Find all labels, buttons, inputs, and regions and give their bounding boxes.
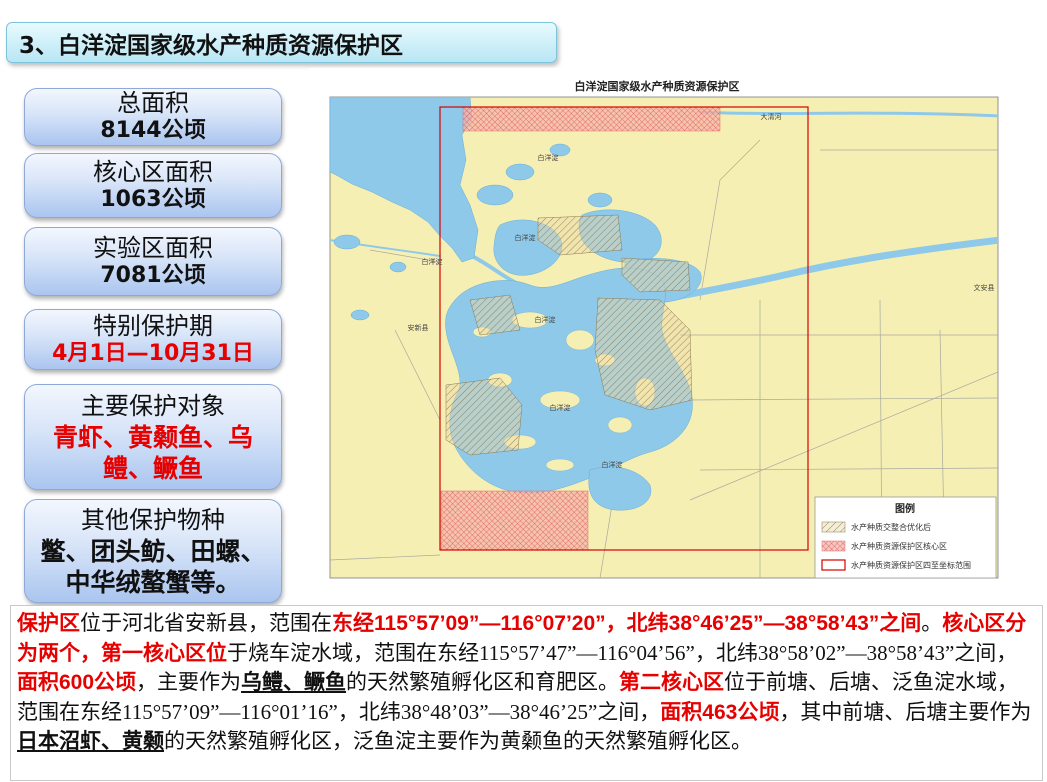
stat-core-area: 核心区面积 1063公顷 — [24, 153, 282, 218]
desc-segment: ，主要作为 — [136, 670, 242, 694]
desc-segment: 位于河北省安新县，范围在 — [80, 611, 332, 635]
legend-label: 水产种质资源保护区核心区 — [851, 541, 947, 551]
lake-pond — [350, 309, 370, 321]
legend-swatch-optimized — [821, 521, 846, 533]
stat-experimental-area: 实验区面积 7081公顷 — [24, 227, 282, 296]
desc-segment: 面积600公顷 — [17, 671, 137, 694]
core-area-north — [462, 106, 721, 132]
desc-segment: ，其中前塘、后塘主要作为 — [779, 699, 1032, 724]
lake-pond — [476, 184, 514, 206]
stat-label: 实验区面积 — [93, 233, 213, 262]
stat-label: 核心区面积 — [93, 157, 213, 186]
island — [607, 416, 633, 434]
map-title: 白洋淀国家级水产种质资源保护区 — [575, 79, 740, 93]
island — [545, 458, 575, 472]
stat-total-area: 总面积 8144公顷 — [24, 88, 282, 146]
stat-other-species: 其他保护物种 鳖、团头鲂、田螺、中华绒螯蟹等。 — [24, 499, 282, 603]
place-label: 白洋淀 — [422, 257, 443, 266]
description-paragraph: 保护区位于河北省安新县，范围在东经115°57’09”—116°07’20”，北… — [10, 605, 1043, 781]
stat-main-species: 主要保护对象 青虾、黄颡鱼、乌鳢、鳜鱼 — [24, 384, 282, 490]
core-area-south — [440, 490, 589, 551]
desc-segment: 保护区 — [17, 612, 80, 635]
stat-value: 青虾、黄颡鱼、乌鳢、鳜鱼 — [52, 422, 253, 483]
desc-segment: 第一核心区位 — [101, 641, 227, 665]
desc-segment: 的天然繁殖孵化区和育肥区。 — [346, 670, 620, 694]
lake-pond — [587, 192, 613, 208]
stat-label: 特别保护期 — [93, 311, 213, 340]
stat-value: 鳖、团头鲂、田螺、中华绒螯蟹等。 — [40, 536, 266, 597]
place-label: 文安县 — [974, 283, 995, 292]
stat-value: 8144公顷 — [100, 118, 206, 143]
slide-title: 3、白洋淀国家级水产种质资源保护区 — [6, 22, 557, 63]
stat-value: 7081公顷 — [100, 262, 206, 288]
protection-area-map: 白洋淀国家级水产种质资源保护区 安新县 文安县 大清河 白洋淀 白洋淀 白洋淀 … — [310, 68, 1020, 603]
legend-label: 水产种质交整合优化后 — [851, 522, 931, 532]
legend-swatch-core — [821, 540, 846, 552]
island — [565, 329, 595, 351]
place-label: 白洋淀 — [602, 460, 623, 469]
lake-pond — [505, 163, 535, 181]
desc-segment: 面积463公顷 — [660, 700, 780, 724]
place-label: 白洋淀 — [538, 153, 559, 162]
desc-segment: 东经115°57’09”—116°07’20”，北纬38°46’25”—38°5… — [332, 612, 922, 635]
place-label: 白洋淀 — [550, 403, 571, 412]
desc-segment: 乌鳢、鳜鱼 — [241, 670, 347, 694]
lake-pond — [389, 261, 407, 273]
stat-value: 1063公顷 — [100, 186, 206, 212]
place-label: 安新县 — [408, 323, 429, 332]
stat-protection-period: 特别保护期 4月1日—10月31日 — [24, 309, 282, 370]
desc-segment: 第二核心区 — [619, 671, 725, 694]
desc-segment: 的天然繁殖孵化区，泛鱼淀主要作为黄颡鱼的天然繁殖孵化区。 — [164, 729, 752, 753]
place-label: 白洋淀 — [515, 233, 536, 242]
stat-label: 主要保护对象 — [81, 391, 225, 420]
lake-pond — [333, 234, 361, 250]
map-legend: 图例 水产种质交整合优化后 水产种质资源保护区核心区 水产种质资源保护区四至坐标… — [814, 496, 997, 579]
map-panel: 白洋淀国家级水产种质资源保护区 安新县 文安县 大清河 白洋淀 白洋淀 白洋淀 … — [310, 68, 1020, 603]
desc-segment: 日本沼虾、黄颡 — [17, 729, 164, 753]
place-label: 白洋淀 — [535, 315, 556, 324]
desc-segment: 于烧车淀水域，范围在东经115°57’47”—116°04’56”，北纬38°5… — [227, 640, 1018, 665]
legend-label: 水产种质资源保护区四至坐标范围 — [851, 560, 971, 570]
place-label: 大清河 — [761, 112, 782, 121]
desc-segment: 。 — [921, 611, 943, 635]
stat-label: 总面积 — [117, 89, 189, 117]
stat-label: 其他保护物种 — [81, 505, 225, 534]
stat-value: 4月1日—10月31日 — [52, 340, 254, 366]
legend-title: 图例 — [895, 502, 915, 515]
